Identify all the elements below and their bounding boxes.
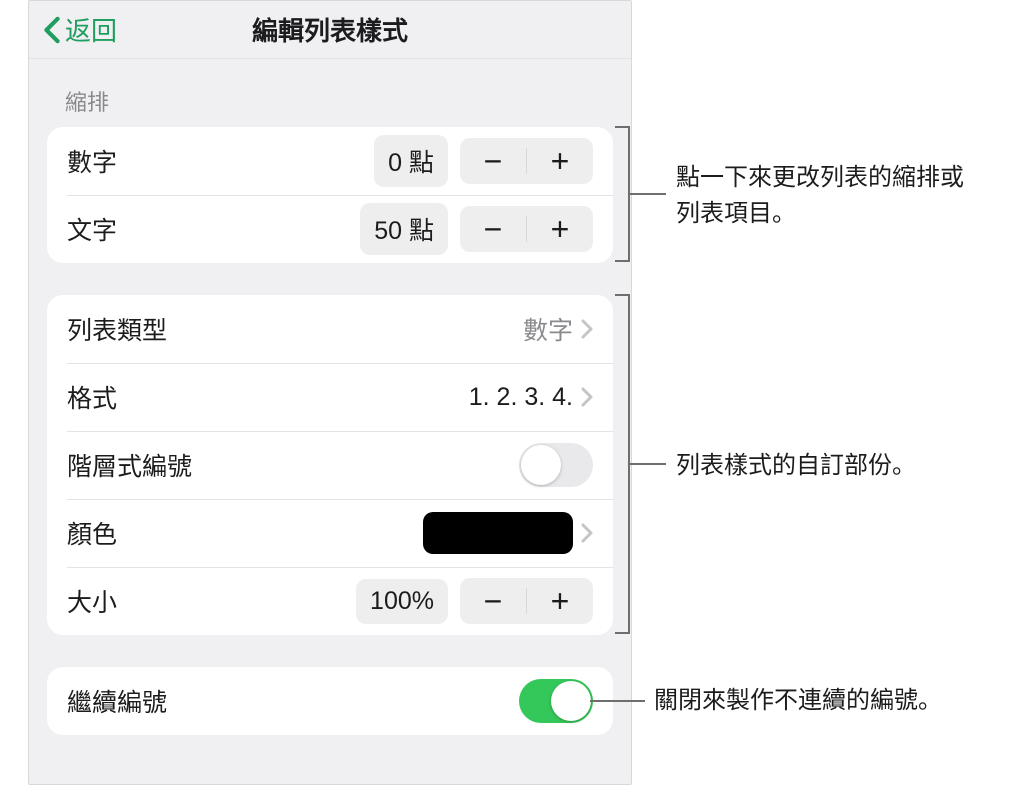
value-list-type: 數字 xyxy=(523,311,573,347)
row-text-indent: 文字 50 點 − + xyxy=(47,195,613,263)
label-tiered: 階層式編號 xyxy=(67,447,519,483)
increment-button[interactable]: + xyxy=(527,206,593,252)
row-color[interactable]: 顏色 xyxy=(47,499,613,567)
edit-list-style-panel: 返回 編輯列表樣式 縮排 數字 0 點 − + 文字 50 點 − xyxy=(28,0,632,785)
increment-button[interactable]: + xyxy=(527,578,593,624)
row-size: 大小 100% − + xyxy=(47,567,613,635)
annotation-indent: 點一下來更改列表的縮排或列表項目。 xyxy=(676,160,986,232)
row-format[interactable]: 格式 1. 2. 3. 4. xyxy=(47,363,613,431)
callout-leader xyxy=(628,463,666,465)
row-continue-numbering: 繼續編號 xyxy=(47,667,613,735)
toggle-knob xyxy=(521,445,561,485)
panel-title: 編輯列表樣式 xyxy=(29,11,631,48)
label-text: 文字 xyxy=(67,211,360,247)
label-list-type: 列表類型 xyxy=(67,311,523,347)
stepper-text-indent: − + xyxy=(460,206,593,252)
decrement-button[interactable]: − xyxy=(460,138,526,184)
stepper-number-indent: − + xyxy=(460,138,593,184)
label-size: 大小 xyxy=(67,583,356,619)
value-text-indent[interactable]: 50 點 xyxy=(360,203,448,255)
stepper-size: − + xyxy=(460,578,593,624)
row-tiered-numbering: 階層式編號 xyxy=(47,431,613,499)
callout-leader xyxy=(590,700,645,702)
label-format: 格式 xyxy=(67,379,469,415)
label-continue: 繼續編號 xyxy=(67,683,519,719)
increment-button[interactable]: + xyxy=(527,138,593,184)
toggle-continue-numbering[interactable] xyxy=(519,679,593,723)
callout-bracket xyxy=(615,126,628,128)
decrement-button[interactable]: − xyxy=(460,206,526,252)
decrement-button[interactable]: − xyxy=(460,578,526,624)
panel-header: 返回 編輯列表樣式 xyxy=(29,1,631,59)
row-number-indent: 數字 0 點 − + xyxy=(47,127,613,195)
callout-bracket xyxy=(615,294,628,296)
annotation-style: 列表樣式的自訂部份。 xyxy=(676,448,996,484)
section-header-indent: 縮排 xyxy=(29,59,631,127)
callout-bracket xyxy=(615,632,628,634)
toggle-knob xyxy=(551,681,591,721)
callout-leader xyxy=(628,193,666,195)
back-label: 返回 xyxy=(65,11,117,48)
value-format: 1. 2. 3. 4. xyxy=(469,383,573,412)
chevron-right-icon xyxy=(581,523,593,543)
continue-card: 繼續編號 xyxy=(47,667,613,735)
chevron-right-icon xyxy=(581,319,593,339)
label-color: 顏色 xyxy=(67,515,423,551)
color-swatch xyxy=(423,512,573,554)
value-size[interactable]: 100% xyxy=(356,579,448,624)
chevron-right-icon xyxy=(581,387,593,407)
toggle-tiered-numbering[interactable] xyxy=(519,443,593,487)
label-number: 數字 xyxy=(67,143,374,179)
chevron-left-icon xyxy=(43,16,61,44)
back-button[interactable]: 返回 xyxy=(29,11,117,48)
row-list-type[interactable]: 列表類型 數字 xyxy=(47,295,613,363)
indent-card: 數字 0 點 − + 文字 50 點 − + xyxy=(47,127,613,263)
annotation-continue: 關閉來製作不連續的編號。 xyxy=(654,683,1014,719)
value-number-indent[interactable]: 0 點 xyxy=(374,135,448,187)
style-card: 列表類型 數字 格式 1. 2. 3. 4. 階層式編號 顏色 xyxy=(47,295,613,635)
callout-bracket xyxy=(615,260,628,262)
